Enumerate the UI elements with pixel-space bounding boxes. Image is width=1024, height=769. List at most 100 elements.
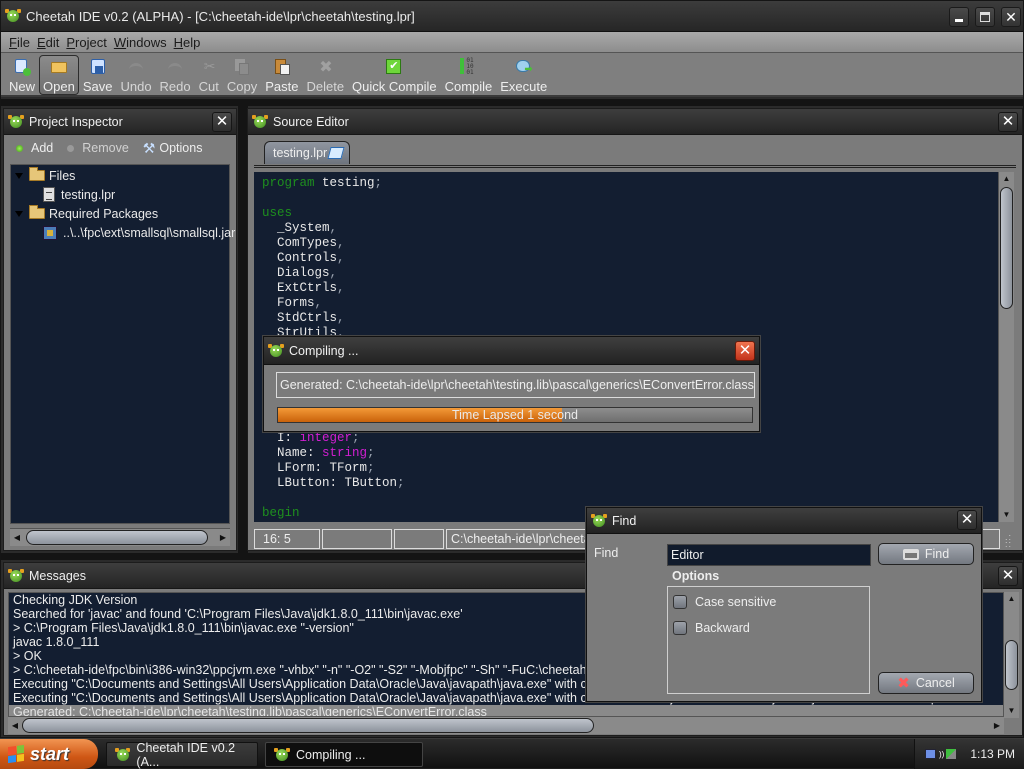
toolbar-button-label: Paste xyxy=(265,79,299,94)
network-icon[interactable] xyxy=(925,749,936,759)
cheetah-app-icon xyxy=(274,747,290,763)
backward-option[interactable]: Backward xyxy=(673,621,750,635)
scroll-right-icon[interactable]: ▶ xyxy=(990,717,1004,734)
options-button[interactable]: ⚒ Options xyxy=(143,140,203,157)
case-sensitive-checkbox[interactable] xyxy=(673,595,687,609)
toolbar-button-label: Compile xyxy=(444,79,493,94)
checkbox-label: Case sensitive xyxy=(695,595,777,609)
find-button[interactable]: Find xyxy=(878,543,974,565)
scroll-right-icon[interactable]: ▶ xyxy=(216,529,230,546)
menu-label-rest: elp xyxy=(182,34,201,50)
message-line[interactable]: javac 1.8.0_111 xyxy=(13,635,99,649)
minimize-button[interactable] xyxy=(949,7,969,27)
scroll-thumb[interactable] xyxy=(1000,187,1013,309)
cancel-button[interactable]: ✖ Cancel xyxy=(878,672,974,694)
copy-button[interactable]: Copy xyxy=(223,55,261,95)
toolbar-button-label: Save xyxy=(82,79,113,94)
undo-button[interactable]: Undo xyxy=(116,55,155,95)
scroll-down-icon[interactable]: ▼ xyxy=(1004,704,1019,718)
resize-grip-icon[interactable]: .::: xyxy=(1005,533,1019,549)
close-icon: ✕ xyxy=(1001,567,1015,584)
tab-label: testing.lpr xyxy=(273,146,328,160)
clock: 1:13 PM xyxy=(970,747,1016,761)
message-line[interactable]: > C:\Program Files\Java\jdk1.8.0_111\bin… xyxy=(13,621,354,635)
tree-item-package[interactable]: ..\..\fpc\ext\smallsql\smallsql.jar xyxy=(43,223,235,242)
cheetah-app-icon xyxy=(268,343,284,359)
tree-node-label: Files xyxy=(49,168,76,183)
menu-accelerator: W xyxy=(113,34,127,50)
menu-windows[interactable]: Windows xyxy=(114,35,167,50)
find-input[interactable]: Editor xyxy=(667,544,871,566)
code-keyword: begin xyxy=(262,506,300,520)
remove-button[interactable]: Remove xyxy=(67,141,129,155)
add-button[interactable]: Add xyxy=(16,141,53,155)
message-line[interactable]: Checking JDK Version xyxy=(13,593,137,607)
safely-remove-icon[interactable] xyxy=(946,749,957,759)
close-panel-button[interactable]: ✕ xyxy=(998,566,1018,586)
menu-accelerator: F xyxy=(9,34,17,50)
close-button[interactable]: ✕ xyxy=(1001,7,1021,27)
execute-button[interactable]: ➡ Execute xyxy=(496,55,551,95)
code-line: program testing; xyxy=(262,176,382,191)
folder-icon xyxy=(29,167,45,181)
scroll-up-icon[interactable]: ▲ xyxy=(1004,592,1019,606)
horizontal-scrollbar[interactable]: ◀ ▶ xyxy=(10,528,230,546)
close-icon: ✕ xyxy=(1001,113,1015,130)
cut-button[interactable]: ✂ Cut xyxy=(195,55,223,95)
quick-compile-button[interactable]: ✔ Quick Compile xyxy=(348,55,441,95)
menu-file[interactable]: File xyxy=(9,35,30,50)
system-tray: )) 1:13 PM xyxy=(914,739,1024,769)
scroll-thumb[interactable] xyxy=(22,718,594,733)
code-type: integer xyxy=(299,431,353,445)
vertical-scrollbar[interactable]: ▲ ▼ xyxy=(1003,592,1019,718)
message-line[interactable]: > OK xyxy=(13,649,42,663)
redo-button[interactable]: Redo xyxy=(156,55,195,95)
close-dialog-button[interactable]: ✕ xyxy=(735,341,755,361)
tree-item-file[interactable]: testing.lpr xyxy=(43,185,115,204)
paste-button[interactable]: Paste xyxy=(261,55,302,95)
cheetah-app-icon xyxy=(591,513,607,529)
code-line: begin xyxy=(262,506,300,521)
scroll-left-icon[interactable]: ◀ xyxy=(8,717,22,734)
expand-triangle-icon[interactable] xyxy=(15,172,23,179)
menu-edit[interactable]: Edit xyxy=(37,35,59,50)
taskbar-item-compiling[interactable]: Compiling ... xyxy=(265,742,423,767)
open-button[interactable]: Open xyxy=(39,55,79,95)
taskbar-item-ide[interactable]: Cheetah IDE v0.2 (A... xyxy=(106,741,258,769)
message-line[interactable]: Searched for 'javac' and found 'C:\Progr… xyxy=(13,607,463,621)
checkbox-label: Backward xyxy=(695,621,750,635)
delete-button[interactable]: ✖ Delete xyxy=(302,55,348,95)
start-button[interactable]: start xyxy=(0,739,98,769)
code-token: _System xyxy=(262,221,330,235)
save-button[interactable]: Save xyxy=(79,55,117,95)
scroll-thumb[interactable] xyxy=(26,530,208,545)
progress-label: Time Lapsed 1 second xyxy=(451,408,578,422)
maximize-button[interactable] xyxy=(975,7,995,27)
compiling-dialog: Compiling ... ✕ Generated: C:\cheetah-id… xyxy=(263,336,760,432)
code-token: ; xyxy=(374,176,383,190)
tree-node-required-packages[interactable]: Required Packages xyxy=(15,204,158,223)
scroll-up-icon[interactable]: ▲ xyxy=(999,172,1014,186)
case-sensitive-option[interactable]: Case sensitive xyxy=(673,595,776,609)
code-type: string xyxy=(322,446,368,460)
scroll-thumb[interactable] xyxy=(1005,640,1018,690)
expand-triangle-icon[interactable] xyxy=(15,210,23,217)
tree-node-files[interactable]: Files xyxy=(15,166,75,185)
editor-tab[interactable]: testing.lpr xyxy=(264,141,351,164)
close-panel-button[interactable]: ✕ xyxy=(212,112,232,132)
vertical-scrollbar[interactable]: ▲ ▼ xyxy=(998,172,1014,522)
backward-checkbox[interactable] xyxy=(673,621,687,635)
main-toolbar: New Open Save Undo Redo ✂ Cut Copy Paste ✖ Delete ✔… xyxy=(1,53,1023,97)
close-panel-button[interactable]: ✕ xyxy=(998,112,1018,132)
toolbar-button-label: Open xyxy=(43,79,75,94)
scroll-down-icon[interactable]: ▼ xyxy=(999,508,1014,522)
project-inspector-panel: Project Inspector ✕ Add Remove ⚒ Options … xyxy=(3,108,237,551)
cheetah-app-icon xyxy=(5,8,21,24)
menu-help[interactable]: Help xyxy=(174,35,201,50)
compile-button[interactable]: 01 10 01 Compile xyxy=(441,55,497,95)
scroll-left-icon[interactable]: ◀ xyxy=(10,529,24,546)
close-dialog-button[interactable]: ✕ xyxy=(957,510,977,530)
horizontal-scrollbar[interactable]: ◀ ▶ xyxy=(8,716,1004,734)
menu-project[interactable]: Project xyxy=(66,35,106,50)
new-button[interactable]: New xyxy=(5,55,39,95)
